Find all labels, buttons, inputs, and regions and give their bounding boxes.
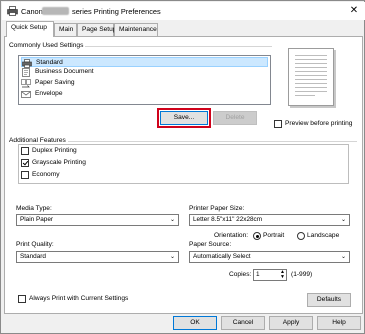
chevron-down-icon: ⌄ [169, 254, 175, 260]
window-title-prefix: Canon [21, 7, 43, 16]
grayscale-printing-checkbox[interactable] [21, 159, 29, 167]
economy-checkbox[interactable] [21, 171, 29, 179]
list-item-label: Business Document [35, 68, 94, 75]
close-button[interactable]: ✕ [347, 4, 361, 18]
chevron-down-icon: ⌄ [169, 217, 175, 223]
portrait-radio[interactable] [253, 232, 261, 240]
media-type-label: Media Type: [16, 205, 52, 212]
commonly-used-title: Commonly Used Settings [9, 42, 86, 50]
list-item-envelope[interactable]: Envelope [21, 89, 268, 99]
spin-down-icon[interactable]: ▼ [280, 275, 285, 280]
delete-button[interactable]: Delete [213, 111, 257, 125]
print-quality-label: Print Quality: [16, 241, 54, 248]
landscape-radio[interactable] [297, 232, 305, 240]
duplex-printing-label: Duplex Printing [32, 147, 77, 154]
copies-label: Copies: [229, 271, 252, 278]
print-quality-value: Standard [20, 253, 46, 260]
list-item-label: Paper Saving [35, 79, 75, 86]
print-quality-select[interactable]: Standard ⌄ [16, 251, 179, 263]
preview-before-printing-checkbox[interactable] [274, 120, 282, 128]
paper-saving-icon [21, 79, 31, 88]
always-print-label: Always Print with Current Settings [29, 295, 129, 302]
title-bar: Canon series Printing Preferences ✕ [2, 2, 365, 20]
window-title-suffix: series Printing Preferences [72, 7, 161, 16]
defaults-button[interactable]: Defaults [307, 293, 351, 307]
printing-preferences-window: Canon series Printing Preferences ✕ Quic… [0, 0, 365, 334]
save-button[interactable]: Save... [160, 111, 208, 125]
commonly-used-list[interactable]: Standard Business Document Paper Saving [18, 55, 271, 105]
always-print-checkbox[interactable] [18, 295, 26, 303]
list-item-paper-saving[interactable]: Paper Saving [21, 78, 268, 88]
duplex-printing-checkbox[interactable] [21, 147, 29, 155]
portrait-label: Portrait [263, 232, 285, 239]
document-icon [22, 68, 30, 77]
orientation-label: Orientation: [214, 232, 249, 239]
media-type-value: Plain Paper [20, 216, 54, 223]
copies-range-label: (1-999) [291, 271, 313, 278]
landscape-label: Landscape [307, 232, 340, 239]
media-type-select[interactable]: Plain Paper ⌄ [16, 214, 179, 226]
paper-size-label: Printer Paper Size: [189, 205, 245, 212]
redacted-model-name [42, 7, 69, 15]
list-item-standard[interactable]: Standard [21, 57, 268, 68]
economy-label: Economy [32, 171, 60, 178]
envelope-icon [21, 91, 31, 98]
help-button[interactable]: Help [317, 316, 361, 330]
page-preview [288, 48, 334, 106]
tab-page-setup[interactable]: Page Setup [77, 23, 116, 36]
chevron-down-icon: ⌄ [340, 254, 346, 260]
chevron-down-icon: ⌄ [340, 217, 346, 223]
apply-button[interactable]: Apply [269, 316, 313, 330]
list-item-business-document[interactable]: Business Document [21, 67, 268, 77]
paper-size-value: Letter 8.5"x11" 22x28cm [193, 216, 263, 223]
copies-input[interactable]: 1 ▲ ▼ [253, 269, 287, 281]
paper-source-label: Paper Source: [189, 241, 232, 248]
tab-quick-setup[interactable]: Quick Setup [6, 21, 54, 37]
tab-maintenance[interactable]: Maintenance [114, 23, 158, 36]
printer-app-icon [7, 6, 18, 16]
preview-before-printing-label: Preview before printing [285, 120, 353, 127]
grayscale-printing-label: Grayscale Printing [32, 159, 86, 166]
ok-button[interactable]: OK [173, 316, 217, 330]
paper-source-value: Automatically Select [193, 253, 251, 260]
copies-value: 1 [256, 271, 260, 278]
list-item-label: Envelope [35, 90, 63, 97]
tab-main[interactable]: Main [54, 23, 77, 36]
cancel-button[interactable]: Cancel [221, 316, 265, 330]
paper-source-select[interactable]: Automatically Select ⌄ [189, 251, 350, 263]
paper-size-select[interactable]: Letter 8.5"x11" 22x28cm ⌄ [189, 214, 350, 226]
